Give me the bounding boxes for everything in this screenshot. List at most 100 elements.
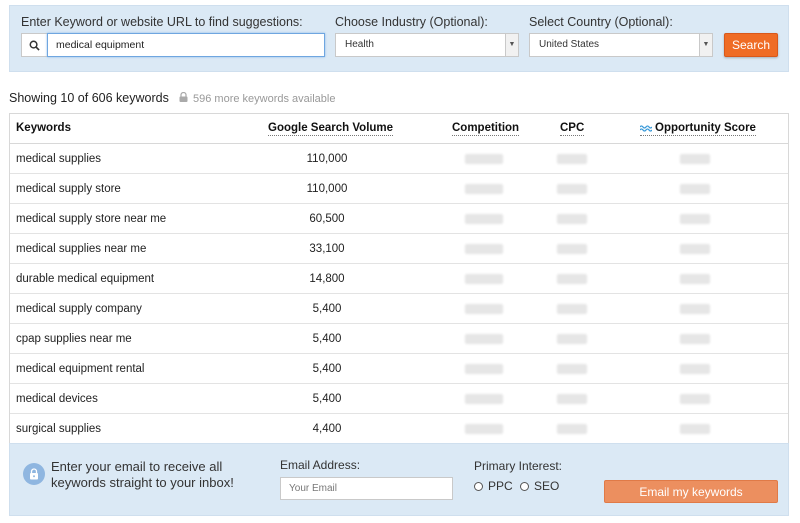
competition-cell-locked bbox=[465, 214, 503, 224]
cpc-cell-locked bbox=[557, 184, 587, 194]
keyword-input[interactable] bbox=[47, 33, 325, 57]
competition-cell-locked bbox=[465, 304, 503, 314]
radio-ppc[interactable]: PPC bbox=[474, 479, 513, 493]
opportunity-cell-locked bbox=[680, 364, 710, 374]
volume-cell: 4,400 bbox=[312, 423, 342, 435]
header-opportunity[interactable]: Opportunity Score bbox=[640, 122, 756, 136]
table-row: medical supplies near me 33,100 bbox=[10, 234, 788, 264]
cpc-cell-locked bbox=[557, 334, 587, 344]
keyword-field bbox=[21, 33, 325, 57]
more-keywords-note: 596 more keywords available bbox=[179, 91, 336, 105]
volume-cell: 14,800 bbox=[309, 273, 345, 285]
radio-circle[interactable] bbox=[474, 481, 483, 491]
industry-select-value: Health bbox=[345, 39, 374, 50]
table-row: cpap supplies near me 5,400 bbox=[10, 324, 788, 354]
table-row: medical equipment rental 5,400 bbox=[10, 354, 788, 384]
table-body: medical supplies 110,000 medical supply st… bbox=[10, 144, 788, 444]
lock-icon bbox=[23, 463, 45, 485]
table-row: surgical supplies 4,400 bbox=[10, 414, 788, 444]
search-panel: Enter Keyword or website URL to find sug… bbox=[9, 5, 789, 72]
volume-cell: 60,500 bbox=[309, 213, 345, 225]
cpc-cell-locked bbox=[557, 394, 587, 404]
keyword-cell: medical supplies near me bbox=[16, 243, 147, 255]
volume-cell: 5,400 bbox=[312, 393, 342, 405]
chevron-down-icon[interactable]: ▼ bbox=[505, 34, 518, 56]
table-header: Keywords Google Search Volume Competitio… bbox=[10, 114, 788, 144]
email-promo-text: Enter your email to receive all keywords… bbox=[51, 459, 234, 490]
competition-cell-locked bbox=[465, 424, 503, 434]
competition-cell-locked bbox=[465, 244, 503, 254]
keyword-label: Enter Keyword or website URL to find sug… bbox=[21, 15, 303, 29]
header-cpc[interactable]: CPC bbox=[560, 122, 585, 136]
email-label: Email Address: bbox=[280, 458, 361, 472]
radio-circle[interactable] bbox=[520, 481, 529, 491]
volume-cell: 110,000 bbox=[306, 183, 348, 195]
opportunity-cell-locked bbox=[680, 424, 710, 434]
keyword-cell: durable medical equipment bbox=[16, 273, 155, 285]
opportunity-cell-locked bbox=[680, 304, 710, 314]
email-field[interactable]: Your Email bbox=[280, 477, 453, 500]
header-opportunity-label: Opportunity Score bbox=[655, 122, 756, 134]
keyword-cell: medical devices bbox=[16, 393, 98, 405]
table-row: medical supply store 110,000 bbox=[10, 174, 788, 204]
radio-seo[interactable]: SEO bbox=[520, 479, 559, 493]
wave-icon bbox=[640, 125, 652, 132]
country-select-value: United States bbox=[539, 39, 600, 50]
email-keywords-button[interactable]: Email my keywords bbox=[604, 480, 778, 503]
opportunity-cell-locked bbox=[680, 244, 710, 254]
competition-cell-locked bbox=[465, 184, 503, 194]
cpc-cell-locked bbox=[557, 274, 587, 284]
results-summary: Showing 10 of 606 keywords bbox=[9, 91, 169, 105]
cpc-cell-locked bbox=[557, 424, 587, 434]
industry-label: Choose Industry (Optional): bbox=[335, 15, 488, 29]
table-row: medical supply company 5,400 bbox=[10, 294, 788, 324]
volume-cell: 5,400 bbox=[312, 303, 342, 315]
radio-seo-label: SEO bbox=[534, 479, 560, 493]
industry-select[interactable]: Health ▼ bbox=[335, 33, 519, 57]
opportunity-cell-locked bbox=[680, 394, 710, 404]
cpc-cell-locked bbox=[557, 244, 587, 254]
keyword-cell: medical supply store near me bbox=[16, 213, 167, 225]
cpc-cell-locked bbox=[557, 154, 587, 164]
header-competition[interactable]: Competition bbox=[452, 122, 520, 136]
competition-cell-locked bbox=[465, 394, 503, 404]
cpc-cell-locked bbox=[557, 304, 587, 314]
competition-cell-locked bbox=[465, 154, 503, 164]
keywords-table: Keywords Google Search Volume Competitio… bbox=[9, 113, 789, 444]
opportunity-cell-locked bbox=[680, 334, 710, 344]
table-row: durable medical equipment 14,800 bbox=[10, 264, 788, 294]
keyword-cell: medical equipment rental bbox=[16, 363, 145, 375]
email-panel: Enter your email to receive all keywords… bbox=[9, 443, 789, 516]
table-row: medical supplies 110,000 bbox=[10, 144, 788, 174]
more-keywords-text: 596 more keywords available bbox=[193, 92, 336, 105]
opportunity-cell-locked bbox=[680, 274, 710, 284]
header-volume[interactable]: Google Search Volume bbox=[268, 122, 394, 136]
keyword-cell: medical supply company bbox=[16, 303, 142, 315]
volume-cell: 33,100 bbox=[309, 243, 345, 255]
volume-cell: 5,400 bbox=[312, 333, 342, 345]
keyword-cell: cpap supplies near me bbox=[16, 333, 132, 345]
chevron-down-icon[interactable]: ▼ bbox=[699, 34, 712, 56]
competition-cell-locked bbox=[465, 364, 503, 374]
country-label: Select Country (Optional): bbox=[529, 15, 673, 29]
cpc-cell-locked bbox=[557, 364, 587, 374]
interest-label: Primary Interest: bbox=[474, 459, 563, 473]
country-select[interactable]: United States ▼ bbox=[529, 33, 713, 57]
keyword-cell: medical supplies bbox=[16, 153, 102, 165]
keyword-cell: surgical supplies bbox=[16, 423, 102, 435]
search-icon bbox=[21, 33, 47, 57]
competition-cell-locked bbox=[465, 274, 503, 284]
search-button[interactable]: Search bbox=[724, 33, 778, 57]
radio-ppc-label: PPC bbox=[488, 479, 513, 493]
cpc-cell-locked bbox=[557, 214, 587, 224]
opportunity-cell-locked bbox=[680, 154, 710, 164]
competition-cell-locked bbox=[465, 334, 503, 344]
opportunity-cell-locked bbox=[680, 184, 710, 194]
lock-icon bbox=[179, 91, 188, 105]
keyword-cell: medical supply store bbox=[16, 183, 121, 195]
table-row: medical supply store near me 60,500 bbox=[10, 204, 788, 234]
header-keywords: Keywords bbox=[16, 122, 71, 134]
opportunity-cell-locked bbox=[680, 214, 710, 224]
volume-cell: 110,000 bbox=[306, 153, 348, 165]
volume-cell: 5,400 bbox=[312, 363, 342, 375]
